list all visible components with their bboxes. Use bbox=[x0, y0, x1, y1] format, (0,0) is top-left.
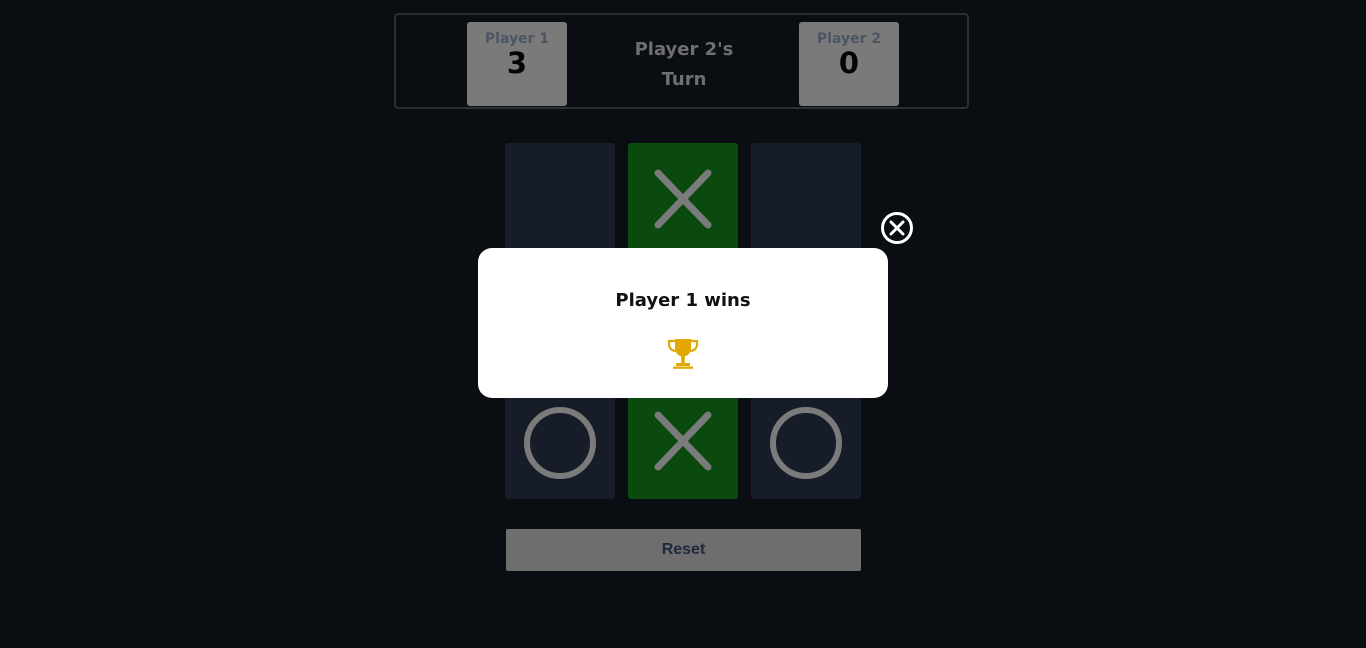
player1-score-card: Player 1 3 bbox=[467, 22, 567, 106]
x-mark-icon bbox=[654, 411, 712, 471]
game-app: Player 1 3 Player 2's Turn Player 2 0 Re… bbox=[0, 0, 1366, 648]
player2-score: 0 bbox=[838, 46, 860, 80]
board-cell-1[interactable] bbox=[505, 143, 615, 257]
board-cell-8[interactable] bbox=[628, 385, 738, 499]
player2-label: Player 2 bbox=[816, 31, 882, 47]
player2-score-card: Player 2 0 bbox=[799, 22, 899, 106]
player1-label: Player 1 bbox=[484, 31, 550, 47]
scoreboard: Player 1 3 Player 2's Turn Player 2 0 bbox=[394, 13, 969, 109]
board-cell-3[interactable] bbox=[751, 143, 861, 257]
board-cell-2[interactable] bbox=[628, 143, 738, 257]
reset-button[interactable]: Reset bbox=[506, 529, 861, 571]
x-mark-icon bbox=[654, 169, 712, 229]
win-modal: Player 1 wins bbox=[478, 248, 888, 398]
modal-title: Player 1 wins bbox=[615, 290, 751, 311]
o-mark-icon bbox=[770, 407, 842, 479]
board-cell-9[interactable] bbox=[751, 385, 861, 499]
turn-line1: Player 2's bbox=[634, 39, 734, 60]
turn-indicator: Player 2's Turn bbox=[622, 35, 746, 95]
trophy-icon bbox=[667, 339, 699, 369]
turn-line2: Turn bbox=[661, 69, 707, 90]
player1-score: 3 bbox=[506, 46, 528, 80]
close-circle-icon[interactable] bbox=[880, 211, 914, 245]
o-mark-icon bbox=[524, 407, 596, 479]
board-cell-7[interactable] bbox=[505, 385, 615, 499]
